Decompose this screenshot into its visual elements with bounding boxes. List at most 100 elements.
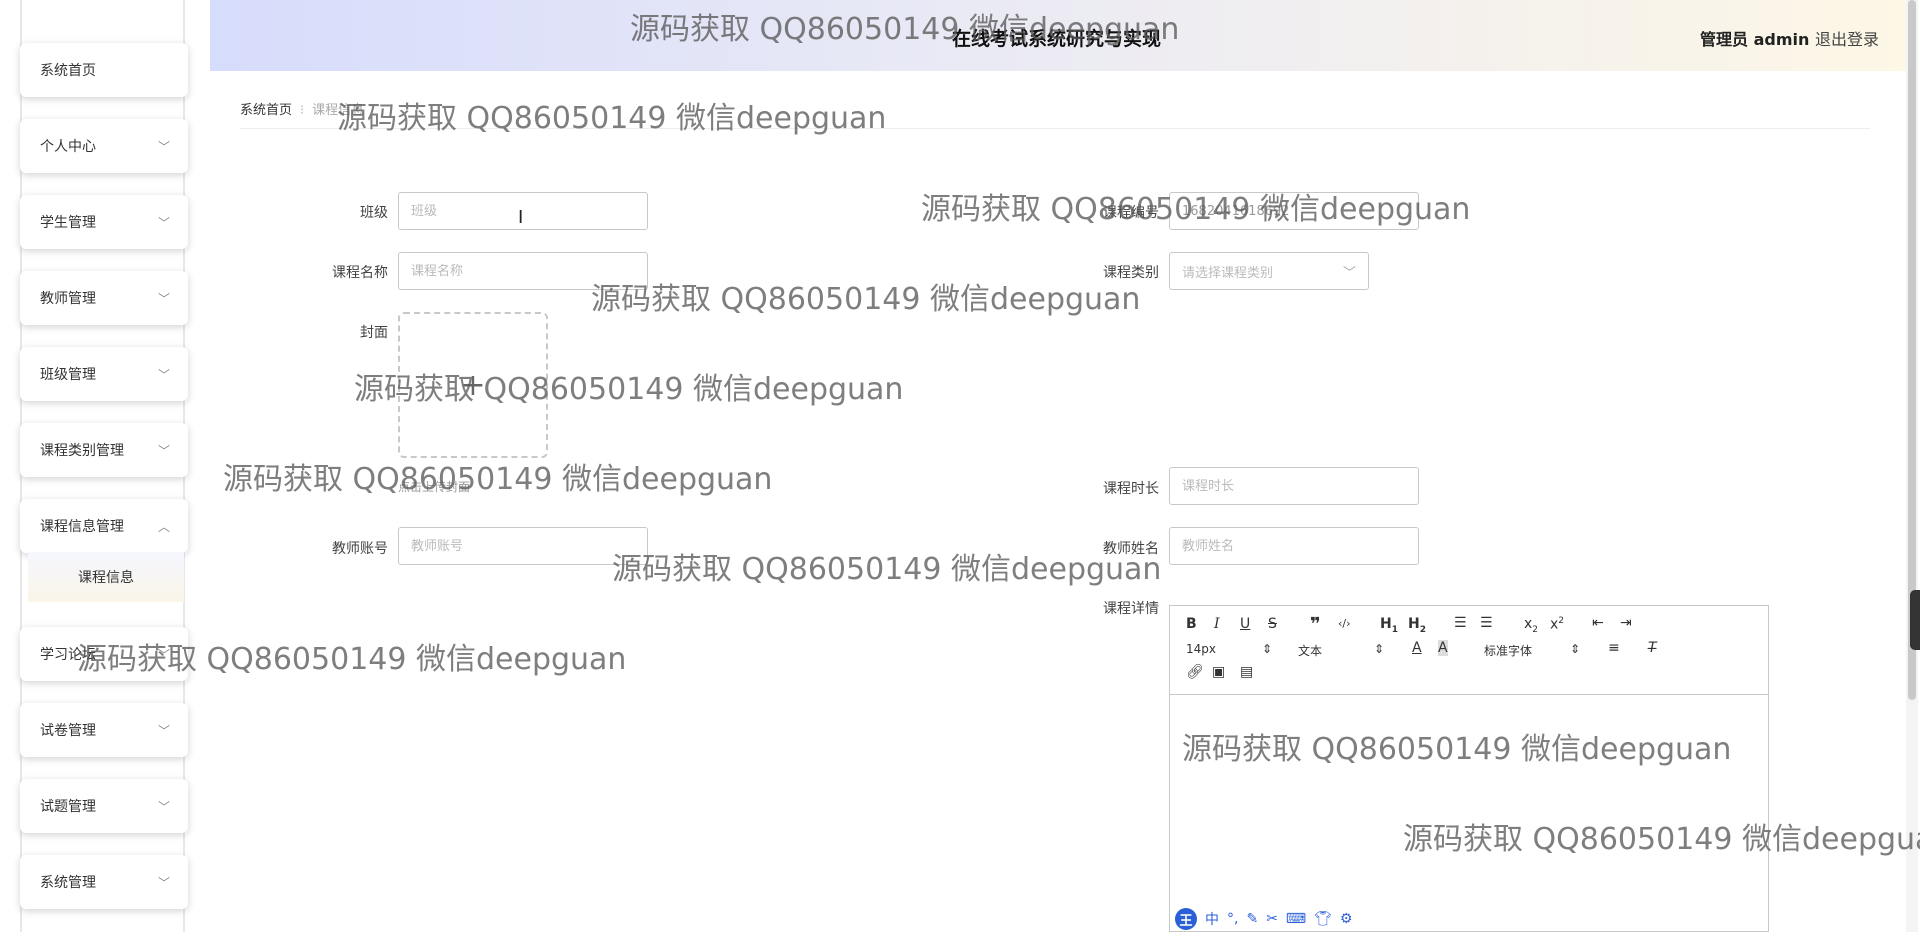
class-label: 班级 [360,205,388,221]
sidebar-item-label: 学生管理 [40,215,96,231]
pen-icon[interactable]: ✎ [1246,911,1258,927]
sidebar-item-label: 教师管理 [40,291,96,307]
chevron-down-icon: ﹀ [157,139,170,154]
sidebar-item-label: 班级管理 [40,367,96,383]
updown-icon: ⇕ [1570,642,1581,656]
strikethrough-icon[interactable]: S [1268,616,1277,632]
sidebar-item-forum[interactable]: 学习论坛 ﹀ [20,627,188,681]
scissors-icon[interactable]: ✂ [1266,911,1278,927]
ime-logo[interactable]: 王 [1175,908,1197,930]
skin-icon[interactable]: 👕︎ [1314,911,1332,927]
course-name-input[interactable] [398,252,648,290]
ime-toolbar[interactable]: 王 中 °, ✎ ✂ ⌨ 👕︎ ⚙ [1175,906,1352,932]
updown-icon: ⇕ [1262,642,1273,656]
sidebar-item-students[interactable]: 学生管理 ﹀ [20,195,188,249]
user-role: 管理员 admin [1700,30,1810,49]
chevron-down-icon: ﹀ [157,291,170,306]
sidebar: 系统首页 个人中心 ﹀ 学生管理 ﹀ 教师管理 ﹀ 班级管理 ﹀ 课程类别管理 ﹀ 课程信… [0,0,210,932]
watermark: 源码获取 QQ86050149 微信deepguan [337,101,887,136]
course-type-label: 课程类别 [1103,265,1159,281]
ime-mode[interactable]: 中 [1205,909,1219,929]
duration-input[interactable] [1169,467,1419,505]
editor-toolbar: B I U S ❞ ‹/› H1 H2 ☰ ☰ x2 x2 ⇤ ⇥ 14px ⇕… [1170,606,1768,695]
chevron-down-icon: ﹀ [157,647,170,662]
course-type-placeholder: 请选择课程类别 [1182,265,1274,281]
course-type-select[interactable]: 请选择课程类别 ﹀ [1169,252,1369,290]
sidebar-item-label: 个人中心 [40,139,96,155]
font-size-select[interactable]: 14px [1186,642,1216,656]
sidebar-item-label: 试卷管理 [40,723,96,739]
sidebar-item-course-info[interactable]: 课程信息管理 ︿ [20,499,188,553]
bullet-list-icon[interactable]: ☰ [1480,615,1493,631]
outdent-icon[interactable]: ⇤ [1592,615,1604,631]
block-type-select[interactable]: 文本 [1298,642,1322,659]
course-no-label: 课程编号 [1103,205,1159,221]
sidebar-item-questions[interactable]: 试题管理 ﹀ [20,779,188,833]
sidebar-item-classes[interactable]: 班级管理 ﹀ [20,347,188,401]
blockquote-icon[interactable]: ❞ [1310,614,1321,635]
clear-format-icon[interactable]: T̶ [1648,640,1657,656]
logout-link[interactable]: 退出登录 [1815,26,1879,50]
cover-label: 封面 [360,325,388,341]
updown-icon: ⇕ [1374,642,1385,656]
breadcrumb-separator: ⁝ [300,103,305,118]
chevron-down-icon: ﹀ [1342,265,1356,281]
punctuation-icon[interactable]: °, [1227,911,1238,927]
watermark: 源码获取 QQ86050149 微信deepguan [223,462,773,497]
keyboard-icon[interactable]: ⌨ [1286,911,1306,927]
sidebar-item-home[interactable]: 系统首页 [20,43,188,97]
sidebar-item-system[interactable]: 系统管理 ﹀ [20,855,188,909]
indent-icon[interactable]: ⇥ [1620,615,1632,631]
chevron-down-icon: ﹀ [157,367,170,382]
breadcrumb-home[interactable]: 系统首页 [240,103,292,118]
teacher-name-label: 教师姓名 [1103,541,1159,557]
bold-icon[interactable]: B [1186,616,1197,632]
video-icon[interactable]: ▤ [1240,664,1253,680]
sidebar-item-label: 课程信息管理 [40,519,124,535]
ordered-list-icon[interactable]: ☰ [1454,615,1467,631]
subscript-icon[interactable]: x2 [1524,616,1538,635]
sidebar-item-papers[interactable]: 试卷管理 ﹀ [20,703,188,757]
cover-upload[interactable]: + [398,312,548,458]
superscript-icon[interactable]: x2 [1550,616,1564,633]
font-family-select[interactable]: 标准字体 [1484,642,1532,659]
course-detail-label: 课程详情 [1103,601,1159,617]
teacher-account-input[interactable] [398,527,648,565]
italic-icon[interactable]: I [1214,616,1220,632]
breadcrumb-current: 课程信息 [312,103,365,118]
sidebar-item-label: 系统管理 [40,875,96,891]
chevron-down-icon: ﹀ [157,443,170,458]
side-widget-handle[interactable] [1910,590,1920,650]
image-icon[interactable]: ▣ [1212,664,1225,680]
font-color-icon[interactable]: A [1412,640,1422,656]
sidebar-item-label: 系统首页 [40,63,96,79]
chevron-up-icon: ︿ [157,519,170,534]
chevron-down-icon: ﹀ [157,723,170,738]
text-cursor-icon: I [518,207,524,228]
gear-icon[interactable]: ⚙ [1340,911,1353,927]
sidebar-item-label: 学习论坛 [40,647,96,663]
heading1-icon[interactable]: H1 [1380,616,1398,635]
teacher-name-input[interactable] [1169,527,1419,565]
duration-label: 课程时长 [1103,481,1159,497]
background-color-icon[interactable]: A [1438,640,1448,656]
underline-icon[interactable]: U [1240,616,1250,632]
sidebar-item-teachers[interactable]: 教师管理 ﹀ [20,271,188,325]
site-title: 在线考试系统研究与实现 [952,28,1162,50]
breadcrumb: 系统首页 ⁝ 课程信息 [240,99,364,118]
rich-text-editor[interactable]: B I U S ❞ ‹/› H1 H2 ☰ ☰ x2 x2 ⇤ ⇥ 14px ⇕… [1169,605,1769,932]
sidebar-item-label: 课程类别管理 [40,443,124,459]
sidebar-item-personal-center[interactable]: 个人中心 ﹀ [20,119,188,173]
chevron-down-icon: ﹀ [157,215,170,230]
course-name-label: 课程名称 [332,265,388,281]
link-icon[interactable]: 🔗︎ [1186,664,1204,680]
code-icon[interactable]: ‹/› [1338,617,1351,630]
teacher-account-label: 教师账号 [332,541,388,557]
heading2-icon[interactable]: H2 [1408,616,1426,635]
submenu-item-course-info[interactable]: 课程信息 [28,552,184,602]
upload-hint: 点击上传封面 [398,480,471,494]
chevron-down-icon: ﹀ [157,875,170,890]
course-no-input[interactable] [1169,192,1419,230]
align-icon[interactable]: ≡ [1608,640,1620,656]
sidebar-item-course-types[interactable]: 课程类别管理 ﹀ [20,423,188,477]
